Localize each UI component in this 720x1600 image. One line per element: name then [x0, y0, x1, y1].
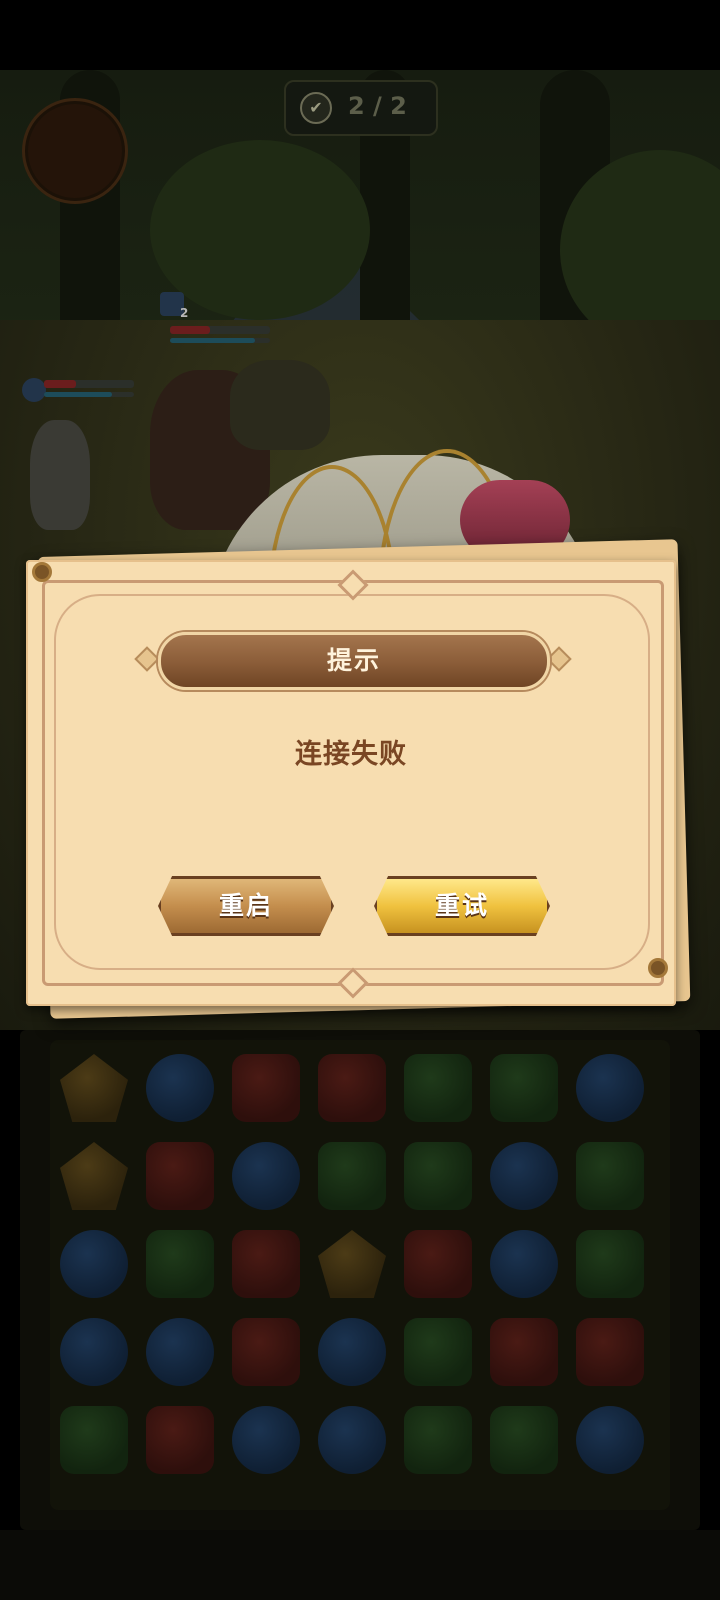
red-gem[interactable] [146, 1406, 214, 1474]
blue-gem[interactable] [232, 1142, 300, 1210]
green-gem[interactable] [576, 1142, 644, 1210]
red-gem[interactable] [404, 1230, 472, 1298]
blue-gem[interactable] [146, 1318, 214, 1386]
rope-knot-icon [32, 562, 52, 582]
restart-button[interactable]: 重启 [158, 876, 334, 936]
status-bar [0, 0, 720, 70]
hero-character [30, 420, 90, 530]
blue-gem[interactable] [576, 1406, 644, 1474]
red-gem[interactable] [232, 1230, 300, 1298]
sword-icon: ✔ [300, 92, 332, 124]
blue-gem[interactable] [318, 1406, 386, 1474]
bottom-bar [0, 1530, 720, 1600]
wave-progress: 2 / 2 [348, 92, 407, 120]
yellow-gem[interactable] [318, 1230, 386, 1298]
retry-button[interactable]: 重试 [374, 876, 550, 936]
fleur-ornament-icon [134, 646, 158, 670]
red-gem[interactable] [576, 1318, 644, 1386]
green-gem[interactable] [576, 1230, 644, 1298]
green-gem[interactable] [318, 1142, 386, 1210]
hero-health-bar [44, 380, 134, 388]
green-gem[interactable] [490, 1054, 558, 1122]
red-gem[interactable] [490, 1318, 558, 1386]
gem-board [50, 1040, 670, 1510]
blue-gem[interactable] [490, 1142, 558, 1210]
green-gem[interactable] [60, 1406, 128, 1474]
boss-portrait-frame[interactable] [22, 98, 128, 204]
yellow-gem[interactable] [60, 1054, 128, 1122]
hero-character [230, 360, 330, 450]
green-gem[interactable] [146, 1230, 214, 1298]
blue-gem[interactable] [318, 1318, 386, 1386]
dialog-message: 连接失败 [295, 739, 407, 770]
blue-gem[interactable] [576, 1054, 644, 1122]
green-gem[interactable] [404, 1406, 472, 1474]
blue-gem[interactable] [490, 1230, 558, 1298]
red-gem[interactable] [318, 1054, 386, 1122]
red-gem[interactable] [232, 1318, 300, 1386]
hero-energy-bar [44, 392, 134, 397]
blue-gem[interactable] [146, 1054, 214, 1122]
blue-gem[interactable] [60, 1230, 128, 1298]
blue-gem[interactable] [60, 1318, 128, 1386]
hero-level-badge: 2 [180, 306, 189, 320]
hero-health-bar [170, 326, 270, 334]
red-gem[interactable] [232, 1054, 300, 1122]
blue-gem[interactable] [232, 1406, 300, 1474]
red-gem[interactable] [146, 1142, 214, 1210]
yellow-gem[interactable] [60, 1142, 128, 1210]
dialog-title: 提示 [326, 646, 381, 675]
connection-failed-dialog: 提示 连接失败 重启 重试 [26, 560, 676, 1006]
green-gem[interactable] [404, 1318, 472, 1386]
wave-counter: ✔ 2 / 2 [284, 80, 438, 136]
green-gem[interactable] [490, 1406, 558, 1474]
rope-knot-icon [648, 958, 668, 978]
hero-class-icon [22, 378, 46, 402]
dialog-title-bar: 提示 [158, 632, 550, 690]
green-gem[interactable] [404, 1054, 472, 1122]
green-gem[interactable] [404, 1142, 472, 1210]
hero-energy-bar [170, 338, 270, 343]
